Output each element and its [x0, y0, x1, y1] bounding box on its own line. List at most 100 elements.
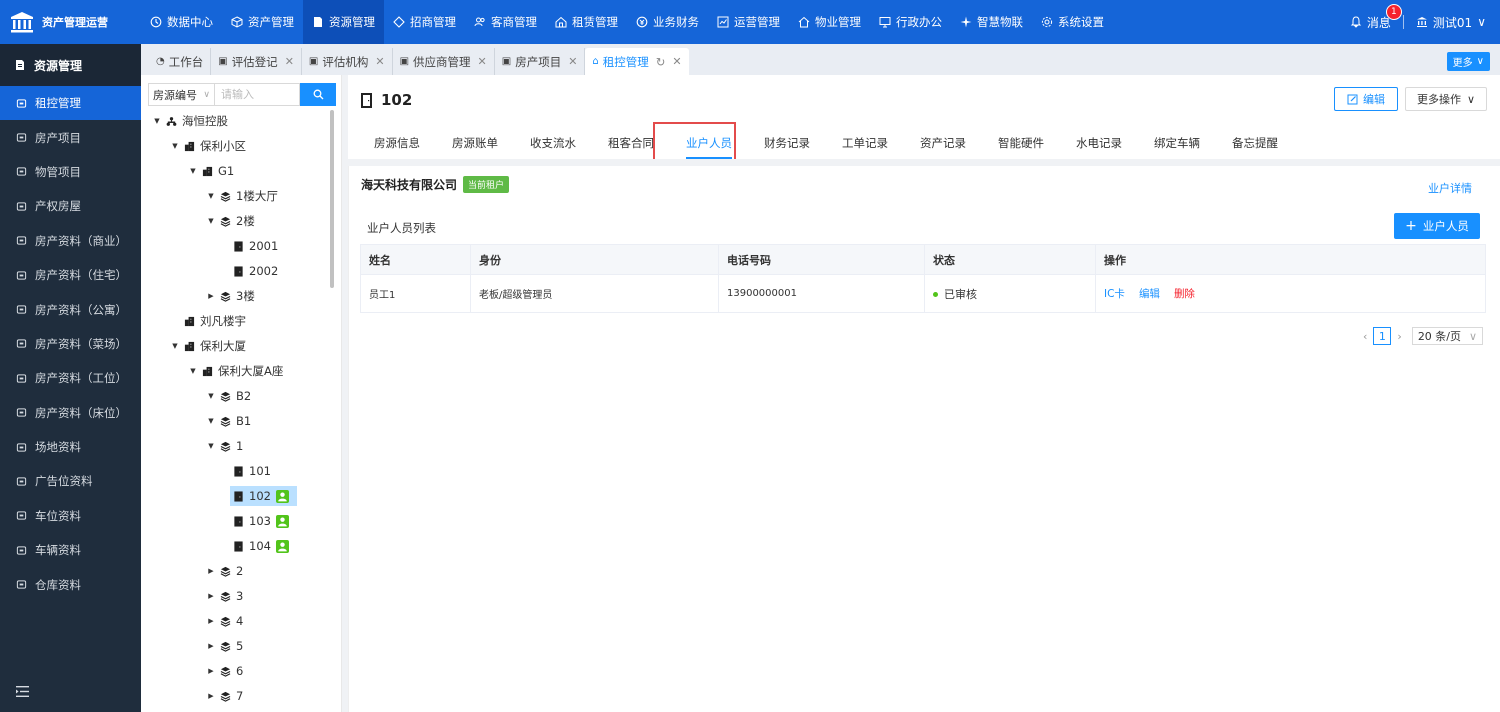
caret-down-icon[interactable]: ▼ [189, 367, 197, 375]
nav-item-1[interactable]: 资产管理 [222, 0, 303, 44]
subtab-0[interactable]: 房源信息 [358, 127, 436, 159]
caret-down-icon[interactable]: ▼ [207, 442, 215, 450]
tree-node[interactable]: ▶ 6 [207, 661, 243, 681]
sidebar-item-14[interactable]: 仓库资料 [0, 567, 141, 601]
page-size-select[interactable]: 20 条/页 ∨ [1411, 327, 1484, 345]
close-icon[interactable]: ✕ [478, 55, 487, 68]
tree-node[interactable]: 104 [233, 536, 289, 556]
sidebar-item-1[interactable]: 房产项目 [0, 120, 141, 154]
sidebar-item-0[interactable]: 租控管理 [0, 86, 141, 121]
tree-node[interactable]: 2002 [233, 261, 278, 281]
sidebar-item-12[interactable]: 车位资料 [0, 499, 141, 533]
search-button[interactable] [300, 83, 336, 106]
refresh-icon[interactable]: ↻ [656, 55, 666, 69]
sidebar-item-8[interactable]: 房产资料（工位） [0, 361, 141, 395]
nav-item-0[interactable]: 数据中心 [141, 0, 222, 44]
search-type-select[interactable]: 房源编号 ∨ [148, 83, 214, 106]
tree-node[interactable]: ▼ B1 [207, 411, 251, 431]
tab-3[interactable]: ▣ 供应商管理 ✕ [393, 48, 495, 75]
nav-item-3[interactable]: 招商管理 [384, 0, 465, 44]
sidebar-item-4[interactable]: 房产资料（商业） [0, 224, 141, 258]
tree-node[interactable]: ▼ 保利大厦A座 [189, 361, 283, 381]
caret-right-icon[interactable]: ▶ [207, 292, 215, 300]
nav-item-8[interactable]: 物业管理 [789, 0, 870, 44]
nav-item-10[interactable]: 智慧物联 [951, 0, 1032, 44]
tree-node[interactable]: 102 [230, 486, 297, 506]
caret-down-icon[interactable]: ▼ [153, 117, 161, 125]
tree-node[interactable]: ▶ 3楼 [207, 286, 255, 306]
tree-node[interactable]: 103 [233, 511, 289, 531]
subtab-11[interactable]: 备忘提醒 [1216, 127, 1294, 159]
caret-right-icon[interactable]: ▶ [207, 667, 215, 675]
close-icon[interactable]: ✕ [568, 55, 577, 68]
brand[interactable]: 资产管理运营 [0, 0, 141, 44]
nav-item-6[interactable]: 业务财务 [627, 0, 708, 44]
caret-down-icon[interactable]: ▼ [207, 417, 215, 425]
tree-node[interactable]: ▼ 海恒控股 [153, 111, 228, 131]
tenant-detail-link[interactable]: 业户详情 [1428, 180, 1472, 196]
sidebar-item-10[interactable]: 场地资料 [0, 430, 141, 464]
tree-node[interactable]: ▶ 7 [207, 686, 243, 706]
add-staff-button[interactable]: + 业户人员 [1394, 213, 1480, 239]
close-icon[interactable]: ✕ [672, 55, 681, 68]
caret-down-icon[interactable]: ▼ [171, 142, 179, 150]
sidebar-item-9[interactable]: 房产资料（床位） [0, 396, 141, 430]
sidebar-item-3[interactable]: 产权房屋 [0, 189, 141, 223]
tree-node[interactable]: ▼ 保利大厦 [171, 336, 246, 356]
tree-node[interactable]: ▶ 3 [207, 586, 243, 606]
caret-right-icon[interactable]: ▶ [207, 567, 215, 575]
tab-4[interactable]: ▣ 房产项目 ✕ [495, 48, 586, 75]
subtab-7[interactable]: 资产记录 [904, 127, 982, 159]
close-icon[interactable]: ✕ [285, 55, 294, 68]
next-page-icon[interactable]: › [1397, 330, 1401, 343]
tree-node[interactable]: ▼ 1 [207, 436, 243, 456]
prev-page-icon[interactable]: ‹ [1363, 330, 1367, 343]
sidebar-item-2[interactable]: 物管项目 [0, 155, 141, 189]
nav-item-4[interactable]: 客商管理 [465, 0, 546, 44]
user-menu[interactable]: 测试01 ∨ [1416, 14, 1486, 31]
sidebar-item-6[interactable]: 房产资料（公寓） [0, 292, 141, 326]
collapse-menu-icon[interactable] [16, 686, 29, 700]
sidebar-item-5[interactable]: 房产资料（住宅） [0, 258, 141, 292]
caret-down-icon[interactable]: ▼ [171, 342, 179, 350]
tabs-more-button[interactable]: 更多 ∨ [1446, 52, 1490, 71]
subtab-10[interactable]: 绑定车辆 [1138, 127, 1216, 159]
delete-link[interactable]: 删除 [1174, 288, 1195, 300]
nav-item-9[interactable]: 行政办公 [870, 0, 951, 44]
caret-down-icon[interactable]: ▼ [207, 192, 215, 200]
caret-down-icon[interactable]: ▼ [207, 392, 215, 400]
more-actions-button[interactable]: 更多操作 ∨ [1405, 87, 1487, 111]
tree-node[interactable]: 101 [233, 461, 271, 481]
tree-node[interactable]: ▼ 1楼大厅 [207, 186, 278, 206]
tree-node[interactable]: ▼ G1 [189, 161, 234, 181]
sidebar-item-11[interactable]: 广告位资料 [0, 464, 141, 498]
tree-node[interactable]: ▶ 4 [207, 611, 243, 631]
subtab-2[interactable]: 收支流水 [514, 127, 592, 159]
current-page[interactable]: 1 [1373, 327, 1392, 345]
tab-5[interactable]: ⌂ 租控管理 ↻ ✕ [585, 48, 689, 75]
caret-down-icon[interactable]: ▼ [189, 167, 197, 175]
nav-item-7[interactable]: 运营管理 [708, 0, 789, 44]
search-input[interactable] [214, 83, 300, 106]
subtab-5[interactable]: 财务记录 [748, 127, 826, 159]
caret-down-icon[interactable]: ▼ [207, 217, 215, 225]
tree-node[interactable]: ▼ 保利小区 [171, 136, 246, 156]
caret-right-icon[interactable]: ▶ [207, 617, 215, 625]
tree-node[interactable]: ▶ 5 [207, 636, 243, 656]
tree-node[interactable]: 2001 [233, 236, 278, 256]
edit-button[interactable]: 编辑 [1334, 87, 1398, 111]
tree-node[interactable]: 刘凡楼宇 [171, 311, 246, 331]
caret-right-icon[interactable]: ▶ [207, 642, 215, 650]
nav-item-5[interactable]: 租赁管理 [546, 0, 627, 44]
subtab-1[interactable]: 房源账单 [436, 127, 514, 159]
edit-link[interactable]: 编辑 [1139, 288, 1160, 300]
ic-card-link[interactable]: IC卡 [1104, 288, 1125, 300]
tab-2[interactable]: ▣ 评估机构 ✕ [302, 48, 393, 75]
tree-node[interactable]: ▼ 2楼 [207, 211, 255, 231]
messages-button[interactable]: 消息 1 [1350, 3, 1402, 31]
nav-item-2[interactable]: 资源管理 [303, 0, 384, 44]
tree-node[interactable]: ▼ B2 [207, 386, 251, 406]
subtab-9[interactable]: 水电记录 [1060, 127, 1138, 159]
nav-item-11[interactable]: 系统设置 [1032, 0, 1113, 44]
tree-scrollbar[interactable] [330, 110, 334, 288]
